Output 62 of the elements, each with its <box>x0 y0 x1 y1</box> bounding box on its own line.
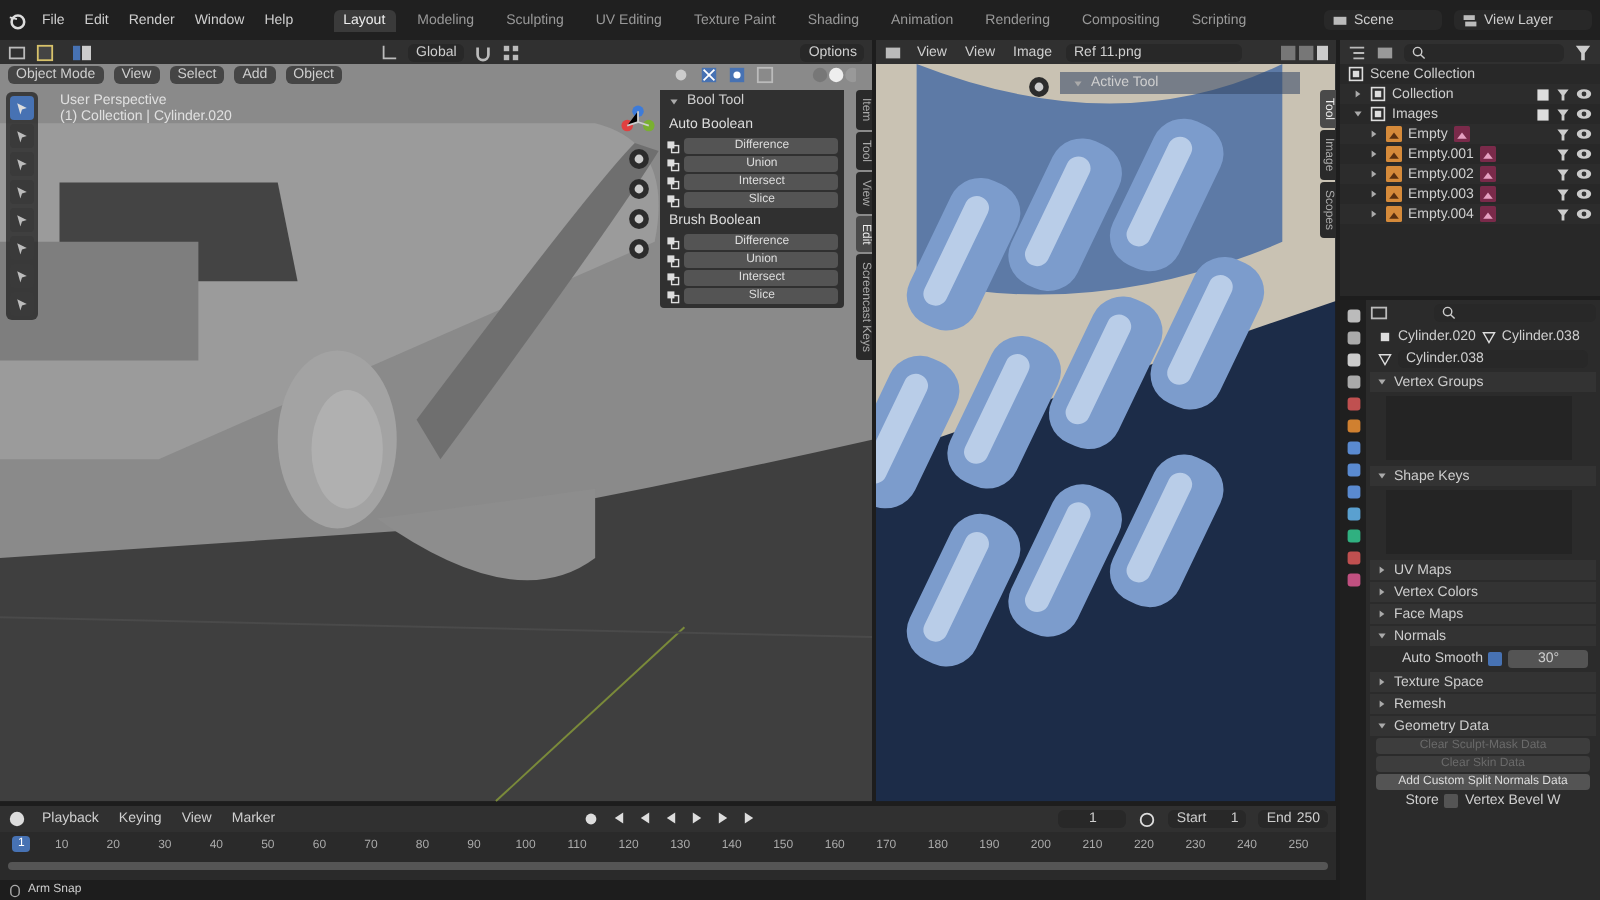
expanded-arrow-icon[interactable] <box>1352 108 1364 120</box>
checkbox-icon[interactable] <box>1536 87 1550 101</box>
tool-button[interactable] <box>10 180 34 204</box>
eye-icon[interactable] <box>1576 206 1592 222</box>
zoom-icon[interactable] <box>1028 76 1051 98</box>
mesh-icon <box>1481 330 1496 344</box>
expanded-arrow-icon[interactable] <box>668 95 681 107</box>
tool-button[interactable] <box>10 152 34 176</box>
blender-logo-icon[interactable] <box>8 11 26 29</box>
play-icon[interactable] <box>690 810 705 827</box>
image-editor-icon[interactable] <box>884 43 903 61</box>
expanded-arrow-icon[interactable] <box>1376 470 1388 482</box>
magnet-icon[interactable] <box>474 43 493 61</box>
tool-button[interactable] <box>10 124 34 148</box>
eye-icon[interactable] <box>1576 146 1592 162</box>
next-key-icon[interactable] <box>716 810 731 827</box>
play-reverse-icon[interactable] <box>664 810 679 827</box>
search-icon <box>1412 45 1426 59</box>
record-icon[interactable] <box>582 809 601 828</box>
editor-type-icon[interactable] <box>8 43 26 61</box>
image-data-icon <box>1479 206 1496 222</box>
image-empty-icon <box>1386 146 1402 162</box>
axes-icon <box>380 43 399 61</box>
checkbox-icon[interactable] <box>1536 107 1550 121</box>
grid-snap-icon[interactable] <box>502 43 521 61</box>
expanded-arrow-icon[interactable] <box>1376 630 1388 642</box>
outliner-icon[interactable] <box>1348 43 1366 61</box>
mesh-icon <box>1378 352 1392 366</box>
object-icon <box>1378 330 1392 344</box>
image-empty-icon <box>1386 186 1402 202</box>
image-data-icon <box>1479 166 1496 182</box>
arrow-cursor-icon <box>14 100 30 116</box>
stopwatch-icon[interactable] <box>1138 809 1157 828</box>
checkbox[interactable] <box>1488 652 1503 666</box>
checkbox[interactable] <box>1444 794 1459 808</box>
eye-icon[interactable] <box>1576 126 1592 142</box>
image-data-icon <box>1453 126 1470 142</box>
collapsed-arrow-icon[interactable] <box>1352 88 1364 100</box>
expanded-arrow-icon[interactable] <box>1376 720 1388 732</box>
eye-icon[interactable] <box>1576 106 1592 122</box>
image-data-icon <box>1479 146 1496 162</box>
select-box-icon[interactable] <box>36 43 54 61</box>
tool-button[interactable] <box>10 236 34 260</box>
layers-icon <box>1462 12 1478 28</box>
eye-icon[interactable] <box>1576 86 1592 102</box>
jump-start-icon[interactable] <box>612 810 627 827</box>
display-mode-icon[interactable] <box>1376 43 1394 61</box>
tool-button[interactable] <box>10 208 34 232</box>
eye-icon[interactable] <box>1576 186 1592 202</box>
jump-end-icon[interactable] <box>742 810 757 827</box>
expanded-arrow-icon[interactable] <box>1376 376 1388 388</box>
mouse-icon <box>8 883 22 898</box>
scrollbar[interactable] <box>8 861 1328 870</box>
search-icon <box>1442 306 1456 320</box>
editor-type-icon[interactable] <box>1370 304 1388 322</box>
image-data-icon <box>1479 186 1496 202</box>
tool-button[interactable] <box>10 96 34 120</box>
eye-icon[interactable] <box>1576 166 1592 182</box>
previous-key-icon[interactable] <box>638 810 653 827</box>
zoom-icon[interactable] <box>627 148 650 170</box>
scene-icon <box>1332 12 1348 28</box>
search-field[interactable] <box>1404 43 1564 61</box>
